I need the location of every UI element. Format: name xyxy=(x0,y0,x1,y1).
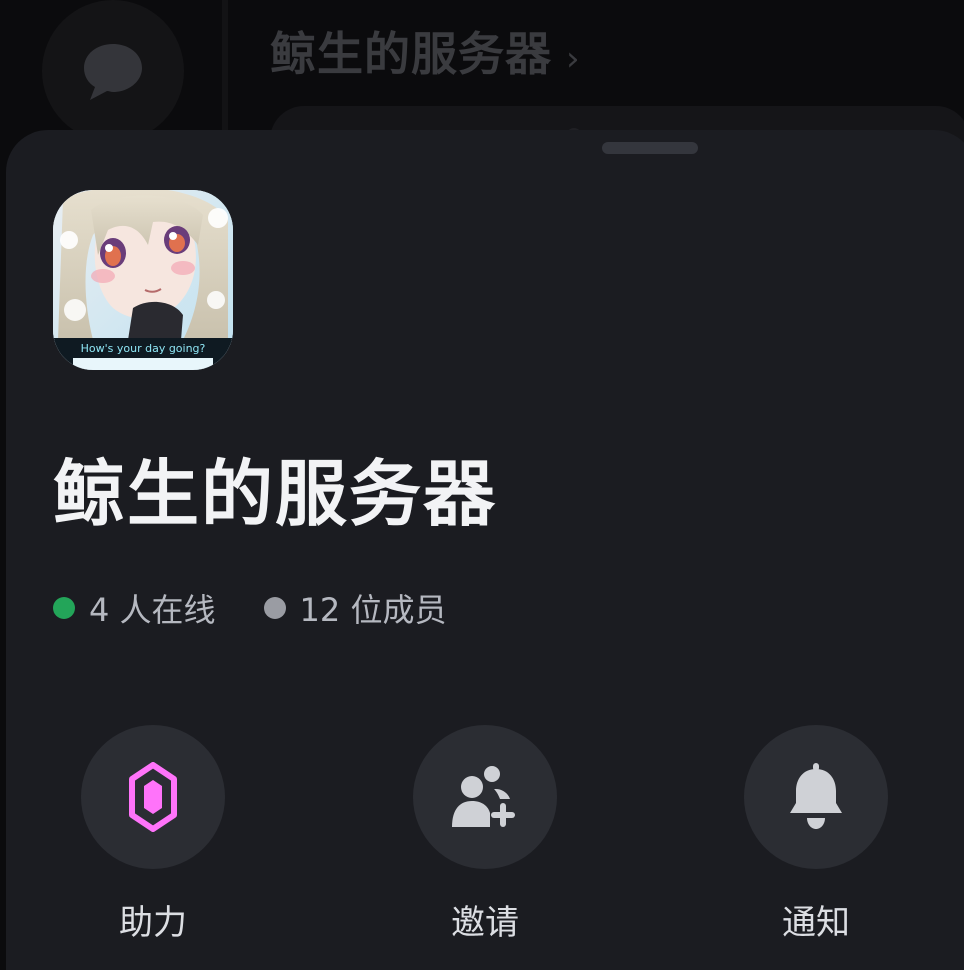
online-count: 4 人在线 xyxy=(53,585,216,631)
sheet-drag-handle[interactable] xyxy=(602,142,698,154)
chevron-right-icon: › xyxy=(566,39,581,79)
anime-avatar-image: How's your day going? xyxy=(53,190,233,370)
online-count-label: 4 人在线 xyxy=(89,591,216,629)
server-actions: 助力 邀请 通知 xyxy=(80,725,888,955)
notifications-button[interactable]: 通知 xyxy=(743,725,889,944)
invite-button-circle[interactable] xyxy=(413,725,557,869)
member-count: 12 位成员 xyxy=(263,585,447,631)
member-count-label: 12 位成员 xyxy=(299,591,447,629)
chat-bubble-icon xyxy=(84,44,142,100)
notifications-button-circle[interactable] xyxy=(744,725,888,869)
invite-button[interactable]: 邀请 xyxy=(412,725,558,944)
direct-messages-button[interactable] xyxy=(42,0,184,142)
member-status-dot xyxy=(263,597,286,619)
server-stats: 4 人在线 12 位成员 xyxy=(53,585,446,631)
boost-button-circle[interactable] xyxy=(81,725,225,869)
server-name: 鲸生的服务器 xyxy=(53,452,498,536)
boost-gem-icon xyxy=(129,762,177,832)
server-info-sheet: How's your day going? 鲸生的服务器 4 人在线 12 位成… xyxy=(6,130,964,970)
svg-text:How's your day going?: How's your day going? xyxy=(81,342,206,355)
server-icon: How's your day going? xyxy=(53,190,233,370)
channel-header-title[interactable]: 鲸生的服务器 › xyxy=(270,18,581,84)
notifications-label: 通知 xyxy=(782,903,850,943)
boost-button[interactable]: 助力 xyxy=(80,725,226,944)
bell-icon xyxy=(790,763,842,829)
boost-label: 助力 xyxy=(119,903,187,943)
rail-divider xyxy=(222,0,228,140)
invite-label: 邀请 xyxy=(451,903,519,943)
add-friend-icon xyxy=(452,766,515,827)
online-status-dot xyxy=(53,597,75,619)
